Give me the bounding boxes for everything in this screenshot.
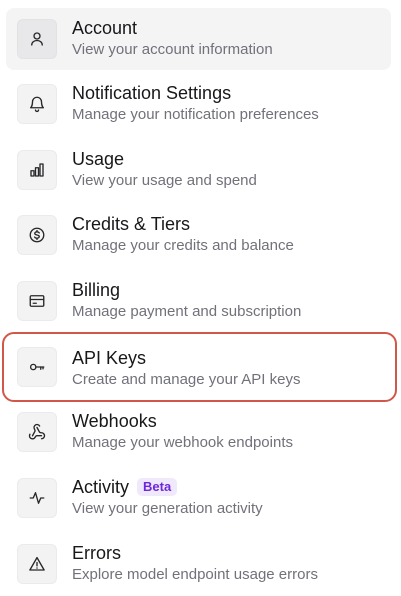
menu-item-errors[interactable]: Errors Explore model endpoint usage erro… (6, 533, 391, 595)
dollar-circle-icon (17, 215, 57, 255)
menu-item-title: Usage (72, 149, 125, 169)
key-icon (17, 347, 57, 387)
menu-item-title: Errors (72, 543, 121, 563)
menu-item-title: Activity (72, 477, 130, 497)
activity-icon (17, 478, 57, 518)
menu-item-notification-settings[interactable]: Notification Settings Manage your notifi… (6, 73, 391, 135)
menu-item-subtitle: Manage payment and subscription (72, 303, 302, 320)
menu-item-billing[interactable]: Billing Manage payment and subscription (6, 270, 391, 332)
bar-chart-icon (17, 150, 57, 190)
menu-item-title: Credits & Tiers (72, 214, 191, 234)
menu-item-subtitle: Manage your notification preferences (72, 106, 319, 123)
menu-item-subtitle: Explore model endpoint usage errors (72, 566, 318, 583)
warning-triangle-icon (17, 544, 57, 584)
menu-item-subtitle: View your usage and spend (72, 172, 257, 189)
menu-item-title: Webhooks (72, 411, 157, 431)
menu-item-subtitle: Create and manage your API keys (72, 371, 301, 388)
user-icon (17, 19, 57, 59)
webhook-icon (17, 412, 57, 452)
menu-item-subtitle: View your generation activity (72, 500, 263, 517)
menu-item-credits-tiers[interactable]: Credits & Tiers Manage your credits and … (6, 204, 391, 266)
menu-item-title: Notification Settings (72, 83, 232, 103)
menu-item-title: Billing (72, 280, 121, 300)
menu-item-subtitle: Manage your credits and balance (72, 237, 294, 254)
menu-item-title: API Keys (72, 348, 147, 368)
menu-item-webhooks[interactable]: Webhooks Manage your webhook endpoints (6, 401, 391, 463)
menu-item-account[interactable]: Account View your account information (6, 8, 391, 70)
menu-item-title: Account (72, 18, 138, 38)
menu-item-api-keys[interactable]: API Keys Create and manage your API keys (2, 332, 397, 402)
credit-card-icon (17, 281, 57, 321)
menu-item-subtitle: Manage your webhook endpoints (72, 434, 293, 451)
menu-item-usage[interactable]: Usage View your usage and spend (6, 139, 391, 201)
beta-badge: Beta (137, 478, 178, 496)
menu-item-activity[interactable]: Activity Beta View your generation activ… (6, 467, 391, 529)
menu-item-subtitle: View your account information (72, 41, 273, 58)
bell-icon (17, 84, 57, 124)
